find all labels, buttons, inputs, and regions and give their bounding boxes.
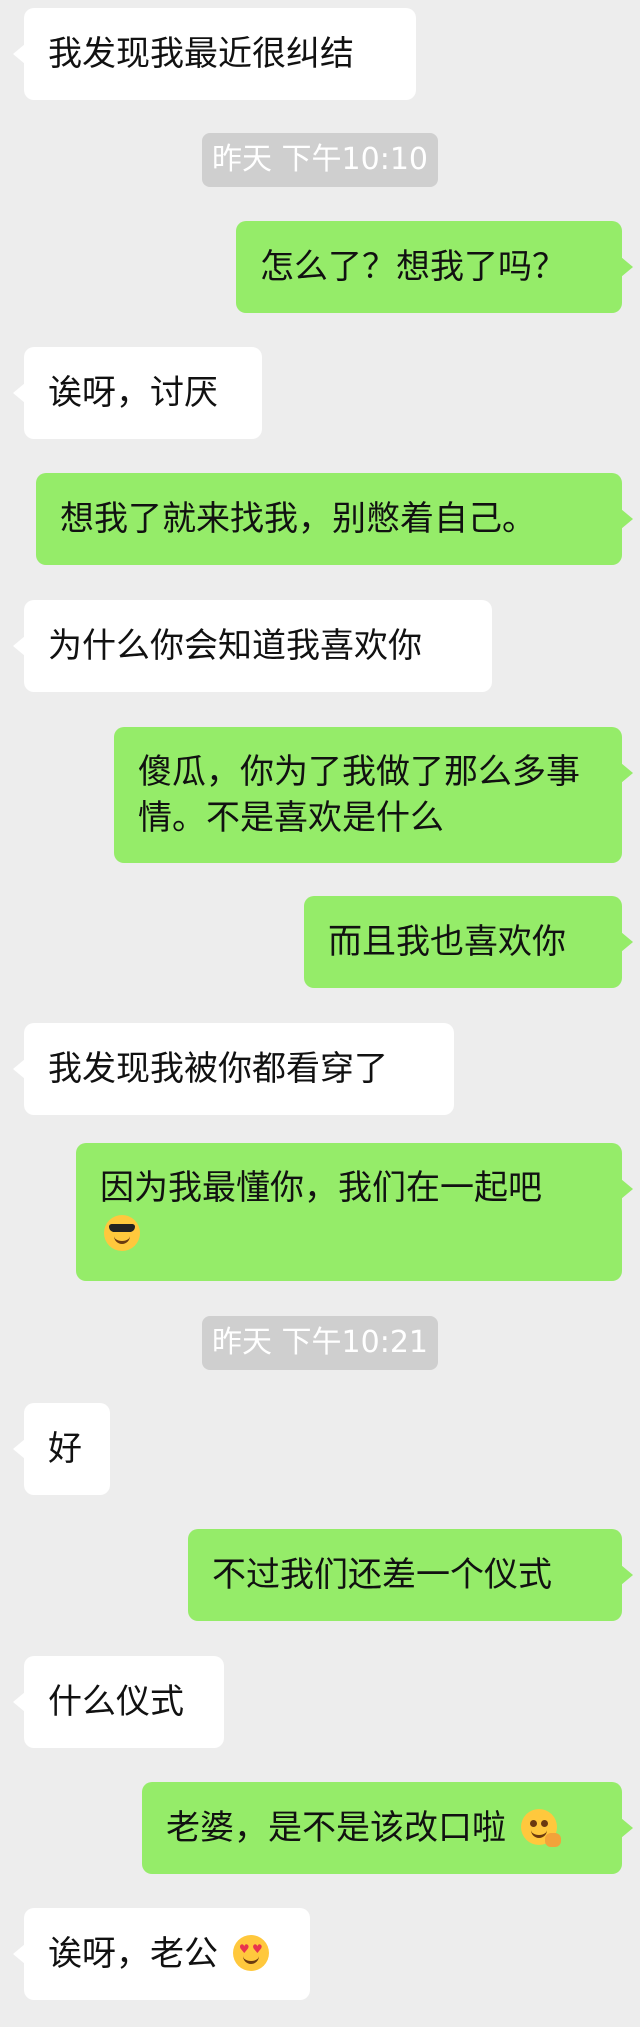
message-outgoing[interactable]: 因为我最懂你，我们在一起吧	[76, 1143, 633, 1281]
timestamp: 昨天 下午10:10	[202, 133, 438, 187]
message-text: 因为我最懂你，我们在一起吧	[100, 1168, 542, 1208]
chat-conversation: 我发现我最近很纠结 昨天 下午10:10 怎么了？想我了吗？ 诶呀，讨厌 想我了…	[0, 0, 640, 2027]
message-incoming[interactable]: 诶呀，讨厌	[13, 347, 262, 439]
message-text: 而且我也喜欢你	[328, 922, 566, 962]
message-text: 怎么了？想我了吗？	[260, 247, 566, 287]
smirk-face-icon	[520, 1809, 561, 1847]
message-outgoing[interactable]: 老婆，是不是该改口啦	[142, 1782, 633, 1874]
message-text: 傻瓜，你为了我做了那么多事情。不是喜欢是什么	[138, 752, 580, 838]
message-incoming[interactable]: 为什么你会知道我喜欢你	[13, 600, 492, 692]
message-incoming[interactable]: 诶呀，老公 ♥ ♥	[13, 1908, 310, 2000]
message-text: 诶呀，讨厌	[48, 373, 218, 413]
message-text: 诶呀，老公	[48, 1934, 218, 1974]
message-incoming[interactable]: 好	[13, 1403, 110, 1495]
message-text: 不过我们还差一个仪式	[212, 1555, 552, 1595]
message-text: 好	[48, 1429, 82, 1469]
sunglasses-face-icon	[104, 1215, 140, 1251]
heart-eyes-face-icon: ♥ ♥	[232, 1935, 269, 1971]
message-text: 老婆，是不是该改口啦	[166, 1808, 506, 1848]
message-outgoing[interactable]: 不过我们还差一个仪式	[188, 1529, 633, 1621]
message-text: 为什么你会知道我喜欢你	[48, 626, 422, 666]
message-outgoing[interactable]: 想我了就来找我，别憋着自己。	[36, 473, 633, 565]
message-outgoing[interactable]: 而且我也喜欢你	[304, 896, 633, 988]
timestamp: 昨天 下午10:21	[202, 1316, 438, 1370]
message-text: 想我了就来找我，别憋着自己。	[60, 499, 536, 539]
message-incoming[interactable]: 我发现我被你都看穿了	[13, 1023, 454, 1115]
message-text: 什么仪式	[48, 1682, 184, 1722]
message-text: 我发现我最近很纠结	[48, 34, 354, 74]
message-outgoing[interactable]: 傻瓜，你为了我做了那么多事情。不是喜欢是什么	[114, 727, 633, 863]
message-text: 我发现我被你都看穿了	[48, 1049, 388, 1089]
message-incoming[interactable]: 什么仪式	[13, 1656, 224, 1748]
message-incoming[interactable]: 我发现我最近很纠结	[13, 8, 416, 100]
message-outgoing[interactable]: 怎么了？想我了吗？	[236, 221, 633, 313]
